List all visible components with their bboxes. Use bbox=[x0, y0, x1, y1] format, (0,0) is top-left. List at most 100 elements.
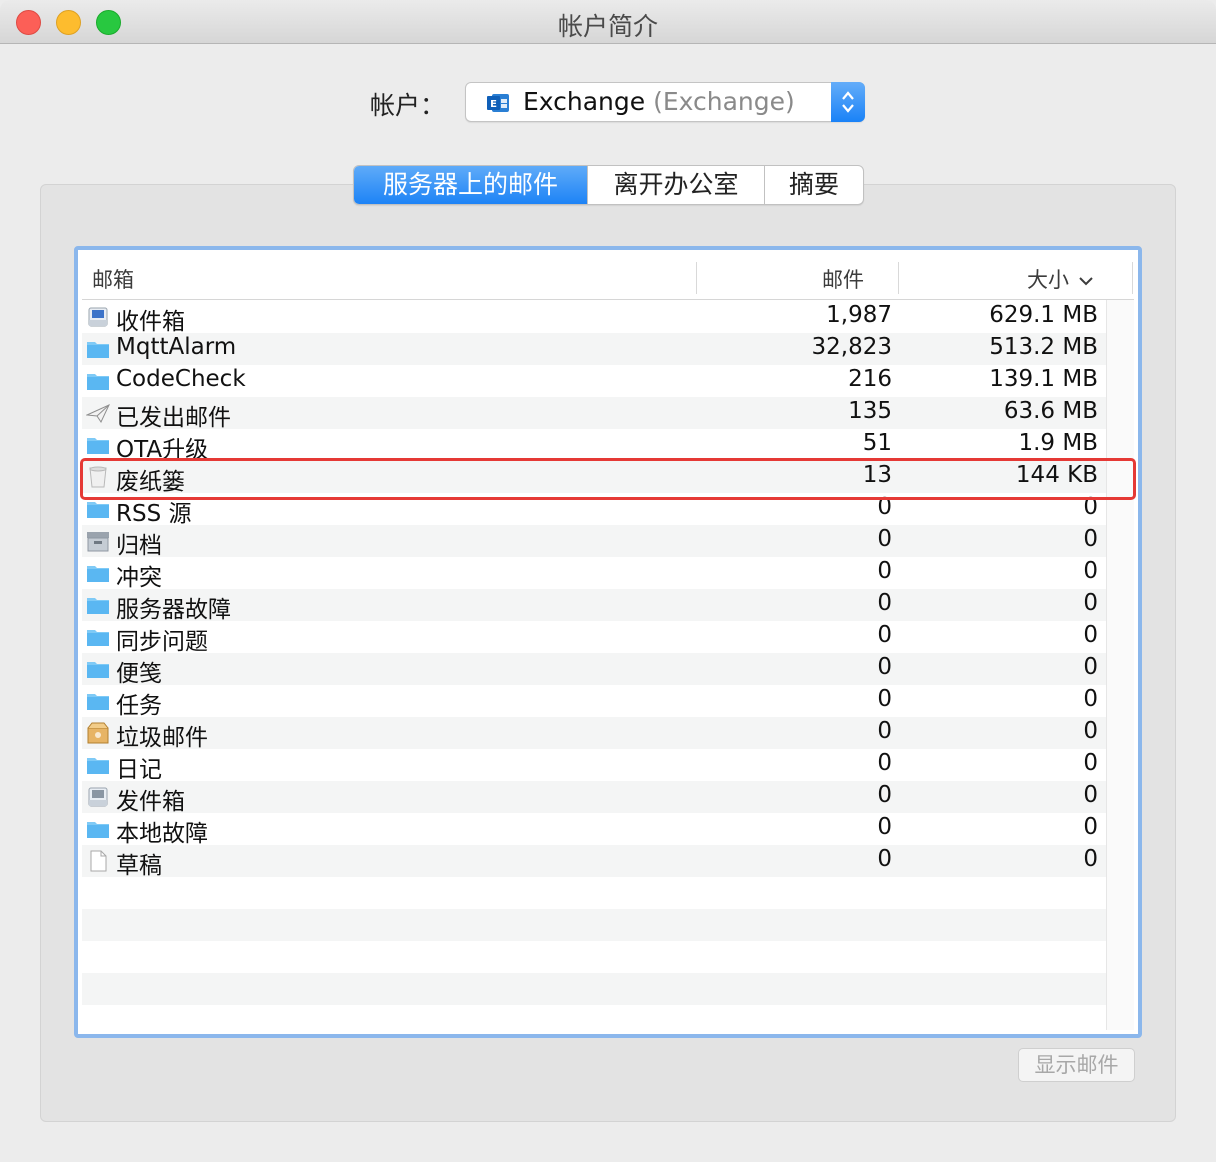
mailbox-size: 0 bbox=[1083, 814, 1098, 840]
tab-bar: 服务器上的邮件 离开办公室 摘要 bbox=[353, 165, 864, 205]
message-count: 0 bbox=[877, 686, 892, 712]
table-row[interactable]: 收件箱 1,987 629.1 MB bbox=[82, 301, 1106, 335]
empty-row bbox=[82, 877, 1106, 909]
account-info-window: 帐户简介 帐户： E Exchange (Exchange) 服务器上的邮件 离… bbox=[0, 0, 1216, 1162]
message-count: 0 bbox=[877, 718, 892, 744]
mailbox-size: 629.1 MB bbox=[989, 302, 1098, 328]
account-value: Exchange (Exchange) bbox=[523, 87, 795, 116]
drafts-icon bbox=[86, 850, 110, 872]
mailbox-size: 0 bbox=[1083, 590, 1098, 616]
tab-out-of-office[interactable]: 离开办公室 bbox=[587, 166, 764, 204]
junk-icon bbox=[86, 722, 110, 744]
mailbox-size: 1.9 MB bbox=[1018, 430, 1098, 456]
column-header-mailbox[interactable]: 邮箱 bbox=[92, 264, 134, 294]
outbox-icon bbox=[86, 786, 110, 808]
inbox-icon bbox=[86, 306, 110, 328]
table-row[interactable]: OTA升级 51 1.9 MB bbox=[82, 429, 1106, 463]
mailbox-name: 已发出邮件 bbox=[116, 405, 231, 431]
table-row[interactable]: 本地故障 0 0 bbox=[82, 813, 1106, 847]
message-count: 51 bbox=[862, 430, 892, 456]
mailbox-table[interactable]: 邮箱 邮件 大小 收件箱 1,987 629.1 MB MqttAlarm 32,823… bbox=[74, 246, 1142, 1038]
window-title: 帐户简介 bbox=[557, 12, 658, 41]
message-count: 0 bbox=[877, 814, 892, 840]
column-divider[interactable] bbox=[696, 262, 697, 294]
mailbox-size: 0 bbox=[1083, 622, 1098, 648]
table-header: 邮箱 邮件 大小 bbox=[82, 254, 1134, 300]
up-down-chevron-icon bbox=[842, 91, 854, 113]
sort-descending-chevron-icon bbox=[1078, 277, 1093, 286]
mailbox-size: 0 bbox=[1083, 654, 1098, 680]
mailbox-size: 63.6 MB bbox=[1003, 398, 1098, 424]
vertical-scrollbar[interactable] bbox=[1106, 300, 1134, 1030]
title-bar: 帐户简介 bbox=[0, 0, 1216, 44]
folder-icon bbox=[86, 690, 110, 712]
message-count: 0 bbox=[877, 750, 892, 776]
table-row[interactable]: 已发出邮件 135 63.6 MB bbox=[82, 397, 1106, 431]
message-count: 0 bbox=[877, 654, 892, 680]
folder-icon bbox=[86, 594, 110, 616]
message-count: 0 bbox=[877, 494, 892, 520]
table-row[interactable]: MqttAlarm 32,823 513.2 MB bbox=[82, 333, 1106, 365]
message-count: 216 bbox=[848, 366, 892, 392]
table-row[interactable]: 发件箱 0 0 bbox=[82, 781, 1106, 815]
column-divider[interactable] bbox=[898, 262, 899, 294]
table-row[interactable]: 废纸篓 13 144 KB bbox=[82, 461, 1106, 495]
folder-icon bbox=[86, 754, 110, 776]
column-header-count[interactable]: 邮件 bbox=[822, 264, 864, 294]
message-count: 0 bbox=[877, 846, 892, 872]
mailbox-name: 发件箱 bbox=[116, 789, 185, 815]
empty-row bbox=[82, 909, 1106, 941]
outlook-exchange-icon: E bbox=[487, 94, 509, 112]
table-row[interactable]: CodeCheck 216 139.1 MB bbox=[82, 365, 1106, 397]
tab-server-mail[interactable]: 服务器上的邮件 bbox=[354, 166, 587, 204]
table-row[interactable]: RSS 源 0 0 bbox=[82, 493, 1106, 527]
message-count: 0 bbox=[877, 526, 892, 552]
folder-icon bbox=[86, 370, 110, 392]
table-row[interactable]: 任务 0 0 bbox=[82, 685, 1106, 719]
column-header-size-label: 大小 bbox=[1027, 268, 1069, 292]
message-count: 0 bbox=[877, 558, 892, 584]
folder-icon bbox=[86, 818, 110, 840]
account-type: (Exchange) bbox=[653, 87, 795, 116]
table-row[interactable]: 同步问题 0 0 bbox=[82, 621, 1106, 655]
mailbox-name: 冲突 bbox=[116, 565, 162, 591]
show-messages-button[interactable]: 显示邮件 bbox=[1018, 1048, 1135, 1082]
table-row[interactable]: 服务器故障 0 0 bbox=[82, 589, 1106, 623]
mailbox-name: 便笺 bbox=[116, 661, 162, 687]
table-row[interactable]: 冲突 0 0 bbox=[82, 557, 1106, 591]
mailbox-name: RSS 源 bbox=[116, 501, 192, 527]
folder-icon bbox=[86, 626, 110, 648]
mailbox-size: 144 KB bbox=[1015, 462, 1098, 488]
table-row[interactable]: 日记 0 0 bbox=[82, 749, 1106, 783]
tab-summary[interactable]: 摘要 bbox=[764, 166, 863, 204]
message-count: 135 bbox=[848, 398, 892, 424]
table-row[interactable]: 便笺 0 0 bbox=[82, 653, 1106, 687]
column-header-size[interactable]: 大小 bbox=[1027, 264, 1094, 294]
table-row[interactable]: 草稿 0 0 bbox=[82, 845, 1106, 879]
account-label: 帐户： bbox=[370, 91, 446, 120]
popup-stepper[interactable] bbox=[831, 82, 865, 122]
mailbox-size: 0 bbox=[1083, 750, 1098, 776]
account-popup[interactable]: E Exchange (Exchange) bbox=[465, 82, 865, 122]
mailbox-size: 0 bbox=[1083, 494, 1098, 520]
message-count: 0 bbox=[877, 622, 892, 648]
sent-icon bbox=[85, 402, 111, 424]
mailbox-size: 513.2 MB bbox=[989, 334, 1098, 360]
table-row[interactable]: 垃圾邮件 0 0 bbox=[82, 717, 1106, 751]
mailbox-name: OTA升级 bbox=[116, 437, 209, 463]
mailbox-size: 0 bbox=[1083, 686, 1098, 712]
message-count: 0 bbox=[877, 590, 892, 616]
table-row[interactable]: 归档 0 0 bbox=[82, 525, 1106, 559]
folder-icon bbox=[86, 658, 110, 680]
trash-icon bbox=[86, 466, 110, 488]
table-body: 收件箱 1,987 629.1 MB MqttAlarm 32,823 513.2 MB C… bbox=[82, 301, 1106, 1030]
empty-row bbox=[82, 1005, 1106, 1030]
mailbox-name: MqttAlarm bbox=[116, 334, 237, 360]
folder-icon bbox=[86, 562, 110, 584]
mailbox-name: 收件箱 bbox=[116, 309, 185, 335]
account-name: Exchange bbox=[523, 87, 646, 116]
mailbox-table-inner: 邮箱 邮件 大小 收件箱 1,987 629.1 MB MqttAlarm 32,823… bbox=[82, 254, 1134, 1030]
mailbox-size: 0 bbox=[1083, 558, 1098, 584]
message-count: 0 bbox=[877, 782, 892, 808]
mailbox-name: 服务器故障 bbox=[116, 597, 231, 623]
